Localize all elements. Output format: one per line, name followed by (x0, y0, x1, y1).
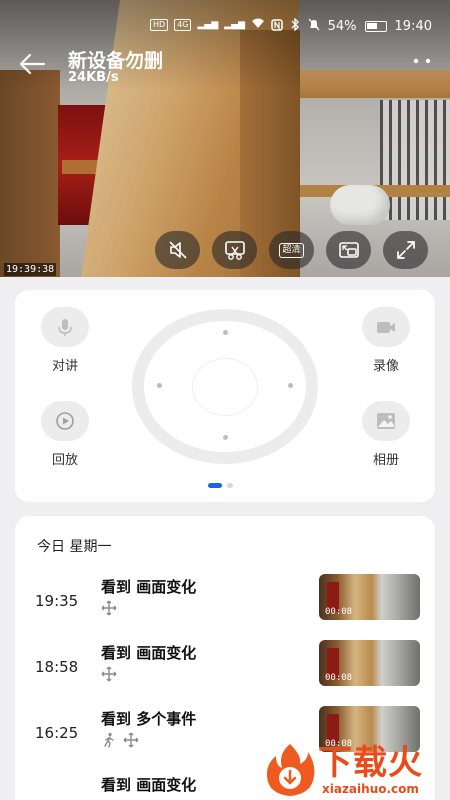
watermark: 下载火 xiazaihuo.com (262, 738, 450, 800)
pip-button[interactable] (326, 231, 371, 269)
status-bar-right: 54% 19:40 (270, 17, 432, 35)
playback-button[interactable]: 回放 (30, 401, 100, 468)
page-dot (227, 483, 233, 488)
status-bar-left: HD 4G ▂▄▆ ▂▄▆ (150, 18, 265, 32)
page-indicator (208, 483, 233, 488)
live-video-view[interactable]: HD 4G ▂▄▆ ▂▄▆ 54% 19:40 新设备勿删 24KB/s 19:… (0, 0, 450, 277)
page-dot-active (208, 483, 222, 488)
video-scene-cables (380, 100, 450, 220)
record-button[interactable]: 录像 (351, 307, 421, 374)
event-tags (101, 666, 117, 682)
clock: 19:40 (394, 19, 432, 34)
events-day-header: 今日 星期一 (37, 539, 112, 555)
playback-label: 回放 (51, 453, 78, 468)
back-arrow-icon (19, 53, 46, 75)
mute-icon (168, 241, 187, 259)
bitrate-label: 24KB/s (68, 70, 119, 85)
ptz-left-dot[interactable] (157, 383, 162, 388)
hd-chip: HD (150, 19, 169, 31)
wifi-icon (251, 18, 265, 32)
event-duration: 00:08 (325, 607, 353, 617)
video-camera-icon (377, 322, 395, 333)
event-tags (101, 732, 139, 748)
record-circle (362, 307, 410, 347)
microphone-icon (58, 319, 72, 336)
event-title: 看到 多个事件 (101, 710, 197, 728)
mute-button[interactable] (155, 231, 200, 269)
quality-button[interactable]: 超清 (269, 231, 314, 269)
ptz-up-dot[interactable] (223, 330, 228, 335)
event-thumbnail[interactable]: 00:08 (319, 574, 420, 620)
signal-icon: ▂▄▆ (197, 20, 219, 30)
event-row[interactable]: 19:35 看到 画面变化 00:08 (15, 574, 435, 626)
pip-icon (338, 242, 359, 258)
more-menu-button[interactable] (412, 54, 432, 66)
watermark-url: xiazaihuo.com (322, 782, 419, 796)
event-row[interactable]: 18:58 看到 画面变化 00:08 (15, 640, 435, 692)
fullscreen-icon (396, 241, 415, 259)
ptz-center (192, 358, 258, 416)
person-walk-icon (104, 732, 114, 748)
video-scene (0, 70, 60, 277)
move-icon (123, 732, 139, 748)
signal-icon-2: ▂▄▆ (224, 20, 246, 30)
album-circle (362, 401, 410, 441)
talk-label: 对讲 (51, 359, 78, 374)
fullscreen-button[interactable] (383, 231, 428, 269)
move-icon (101, 600, 117, 616)
status-bar: HD 4G ▂▄▆ ▂▄▆ 54% 19:40 (0, 0, 450, 40)
playback-icon (56, 412, 74, 430)
screenshot-button[interactable] (212, 231, 257, 269)
screenshot-icon (224, 241, 245, 260)
nfc-icon (270, 18, 283, 35)
event-thumbnail[interactable]: 00:08 (319, 640, 420, 686)
more-dots-icon (413, 58, 431, 64)
event-time: 16:25 (35, 724, 79, 742)
event-title: 看到 画面变化 (101, 578, 197, 596)
network-chip: 4G (174, 19, 192, 31)
record-label: 录像 (372, 359, 399, 374)
playback-circle (41, 401, 89, 441)
video-timestamp: 19:39:38 (4, 263, 57, 276)
event-tags (101, 600, 117, 616)
quality-label: 超清 (279, 242, 304, 258)
image-icon (377, 413, 395, 429)
event-time: 19:35 (35, 592, 79, 610)
album-button[interactable]: 相册 (351, 401, 421, 468)
silent-bell-icon (308, 18, 320, 35)
device-title: 新设备勿删 (68, 50, 164, 72)
flame-logo-icon (266, 744, 315, 796)
battery-icon (364, 21, 387, 32)
ptz-direction-pad[interactable] (132, 309, 318, 464)
event-title: 看到 画面变化 (101, 644, 197, 662)
ptz-down-dot[interactable] (223, 435, 228, 440)
back-button[interactable] (18, 52, 52, 82)
event-title: 看到 画面变化 (101, 776, 197, 794)
event-time: 18:58 (35, 658, 79, 676)
ptz-right-dot[interactable] (288, 383, 293, 388)
move-icon (101, 666, 117, 682)
event-duration: 00:08 (325, 673, 353, 683)
album-label: 相册 (372, 453, 399, 468)
battery-percent: 54% (327, 19, 357, 34)
video-scene-device (330, 185, 390, 225)
watermark-text: 下载火 (318, 743, 423, 783)
bluetooth-icon (291, 17, 300, 35)
control-panel-card: 对讲 录像 回放 相册 (15, 290, 435, 502)
talk-circle (41, 307, 89, 347)
talk-button[interactable]: 对讲 (30, 307, 100, 374)
